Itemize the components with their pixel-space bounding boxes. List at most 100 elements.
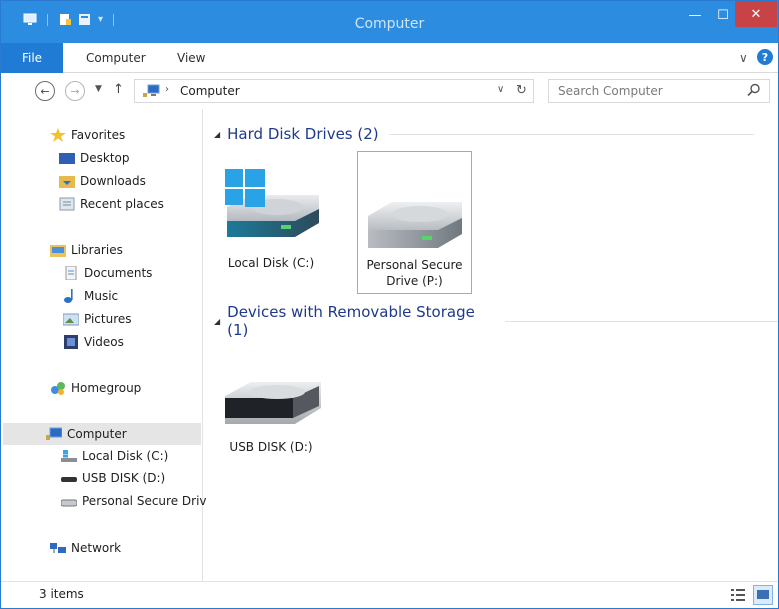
sidebar-item-network[interactable]: Network (50, 541, 121, 555)
up-arrow-icon[interactable]: ↑ (113, 82, 124, 97)
group-header-hard-disk-drives[interactable]: ◢ Hard Disk Drives (2) (214, 125, 754, 143)
sidebar-item-desktop[interactable]: Desktop (59, 151, 130, 165)
back-arrow-icon: ← (40, 84, 50, 98)
documents-icon (65, 266, 77, 280)
collapse-triangle-icon[interactable]: ◢ (214, 317, 220, 326)
sidebar-label: Local Disk (C:) (82, 449, 169, 463)
address-dropdown-chevron-icon[interactable]: ∨ (497, 84, 504, 95)
sidebar-label: Favorites (71, 128, 126, 142)
drive-label: USB DISK (D:) (229, 440, 313, 454)
sidebar-label: Music (84, 289, 119, 303)
drive-tile-usb-disk-d[interactable]: USB DISK (D:) (216, 364, 326, 464)
ribbon-tabs: File Computer View ∨ ? (1, 43, 778, 73)
windows-drive-icon (225, 169, 319, 237)
drive-label-line2: Drive (P:) (386, 274, 443, 288)
group-header-label: Hard Disk Drives (2) (227, 125, 379, 143)
large-icons-view-icon (757, 590, 769, 599)
tab-computer[interactable]: Computer (86, 51, 146, 65)
item-count: 3 items (39, 587, 84, 601)
group-divider (388, 133, 754, 135)
network-icon (50, 543, 66, 553)
address-bar[interactable]: › Computer ∨ ↻ (134, 79, 534, 103)
sidebar-label: Network (71, 541, 122, 555)
videos-icon (64, 335, 78, 349)
windows-drive-icon (61, 450, 77, 462)
group-header-removable-storage[interactable]: ◢ Devices with Removable Storage (1) (214, 303, 778, 339)
sidebar-label: Documents (84, 266, 153, 280)
star-icon (50, 128, 66, 142)
homegroup-icon (51, 382, 65, 395)
minimize-button[interactable]: — (681, 1, 709, 29)
pictures-icon (63, 313, 79, 326)
sidebar-label: Desktop (80, 151, 130, 165)
sidebar-label: Personal Secure Driv (82, 494, 207, 508)
recent-places-icon (59, 197, 75, 211)
sidebar-label: Pictures (84, 312, 132, 326)
drive-icon (368, 202, 462, 248)
forward-button[interactable]: → (65, 81, 85, 101)
sidebar-item-favorites[interactable]: Favorites (50, 128, 125, 142)
window-title: Computer (354, 16, 425, 32)
sidebar-label: Libraries (71, 243, 123, 257)
search-input[interactable] (550, 81, 730, 101)
sidebar-item-pictures[interactable]: Pictures (63, 312, 132, 326)
sidebar-item-recent-places[interactable]: Recent places (59, 197, 164, 211)
back-button[interactable]: ← (35, 81, 55, 101)
sidebar-label: USB DISK (D:) (82, 471, 166, 485)
forward-arrow-icon: → (70, 84, 80, 98)
tab-file[interactable]: File (1, 43, 63, 73)
group-header-label: Devices with Removable Storage (1) (227, 303, 475, 339)
large-icons-view-button[interactable] (753, 585, 773, 605)
group-divider (505, 320, 778, 322)
downloads-icon (59, 176, 75, 188)
drive-icon (61, 499, 77, 507)
libraries-icon (50, 245, 66, 257)
content-pane: ◢ Hard Disk Drives (2) Local Disk (C:) P… (204, 109, 778, 581)
sidebar-item-computer[interactable]: Computer (3, 423, 201, 445)
minimize-icon: — (688, 7, 702, 23)
search-box[interactable] (548, 79, 770, 103)
desktop-icon (59, 153, 75, 164)
title-bar: ▾ Computer — ☐ ✕ (1, 1, 778, 43)
details-view-icon[interactable] (730, 587, 746, 603)
navigation-pane: Favorites Desktop Downloads Recent place… (1, 109, 207, 581)
breadcrumb-arrow-icon[interactable]: › (165, 84, 169, 95)
tab-view[interactable]: View (177, 51, 205, 65)
status-bar: 3 items (1, 581, 778, 608)
computer-icon (143, 84, 160, 97)
explorer-window: ▾ Computer — ☐ ✕ File Computer View ∨ ? … (0, 0, 779, 609)
sidebar-label: Videos (84, 335, 124, 349)
usb-drive-icon (225, 382, 321, 424)
recent-locations-chevron-icon[interactable]: ▼ (95, 84, 102, 94)
drive-tile-local-disk-c[interactable]: Local Disk (C:) (216, 151, 326, 271)
sidebar-label: Homegroup (71, 381, 142, 395)
computer-icon (46, 427, 62, 440)
maximize-button[interactable]: ☐ (709, 1, 737, 29)
sidebar-item-videos[interactable]: Videos (63, 335, 124, 349)
refresh-icon[interactable]: ↻ (516, 83, 527, 98)
sidebar-item-documents[interactable]: Documents (63, 266, 152, 280)
drive-label: Local Disk (C:) (227, 256, 315, 270)
sidebar-item-local-disk-c[interactable]: Local Disk (C:) (61, 449, 168, 463)
sidebar-label: Recent places (80, 197, 164, 211)
expand-ribbon-chevron-icon[interactable]: ∨ (739, 51, 748, 65)
sidebar-label: Downloads (80, 174, 146, 188)
music-icon (64, 289, 73, 303)
maximize-icon: ☐ (717, 7, 729, 23)
drive-label-line1: Personal Secure (366, 258, 463, 272)
usb-drive-icon (61, 477, 77, 482)
sidebar-item-libraries[interactable]: Libraries (50, 243, 123, 257)
help-icon[interactable]: ? (757, 49, 773, 65)
close-button[interactable]: ✕ (735, 1, 777, 27)
sidebar-item-usb-disk-d[interactable]: USB DISK (D:) (61, 471, 165, 485)
sidebar-item-homegroup[interactable]: Homegroup (50, 381, 141, 395)
sidebar-label: Computer (67, 427, 127, 441)
collapse-triangle-icon[interactable]: ◢ (214, 130, 220, 139)
sidebar-item-downloads[interactable]: Downloads (59, 174, 146, 188)
sidebar-item-music[interactable]: Music (63, 289, 118, 303)
sidebar-item-personal-secure-drive[interactable]: Personal Secure Driv (61, 494, 207, 508)
breadcrumb-computer[interactable]: Computer (180, 84, 240, 98)
search-icon[interactable] (747, 83, 761, 97)
navigation-bar: ← → ▼ ↑ › Computer ∨ ↻ (1, 73, 778, 109)
drive-tile-personal-secure-drive[interactable]: Personal Secure Drive (P:) (357, 151, 472, 294)
